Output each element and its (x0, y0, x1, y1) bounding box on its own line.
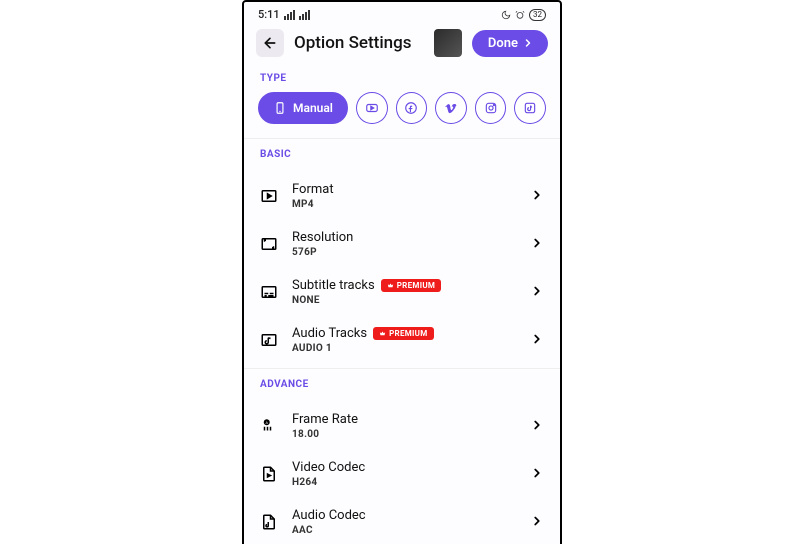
facebook-icon (404, 101, 418, 115)
advance-list: A Frame Rate 18.00 Video Codec H264 Aud (244, 398, 560, 544)
row-resolution[interactable]: Resolution 576P (244, 220, 560, 268)
row-format[interactable]: Format MP4 (244, 172, 560, 220)
chevron-right-icon (530, 284, 544, 298)
file-audio-icon (260, 513, 278, 531)
framerate-icon: A (260, 417, 278, 435)
row-audio-tracks[interactable]: Audio Tracks PREMIUM AUDIO 1 (244, 316, 560, 364)
signal-bars-icon (299, 10, 310, 20)
vimeo-icon (444, 101, 458, 115)
type-manual[interactable]: Manual (258, 92, 348, 124)
type-instagram[interactable] (475, 92, 507, 124)
tiktok-icon (523, 101, 537, 115)
chevron-right-icon (530, 466, 544, 480)
status-time: 5:11 (258, 8, 280, 21)
chevron-right-icon (530, 188, 544, 202)
row-video-codec[interactable]: Video Codec H264 (244, 450, 560, 498)
audio-track-icon (260, 331, 278, 349)
acodec-value: AAC (292, 525, 516, 536)
battery-indicator: 32 (529, 9, 546, 21)
row-audio-codec[interactable]: Audio Codec AAC (244, 498, 560, 544)
youtube-icon (365, 101, 379, 115)
phone-icon (273, 101, 287, 115)
chevron-right-icon (530, 418, 544, 432)
type-manual-label: Manual (293, 101, 333, 115)
type-youtube[interactable] (356, 92, 388, 124)
type-selector-row: Manual (244, 92, 560, 138)
section-basic-label: BASIC (244, 139, 560, 168)
video-thumbnail[interactable] (434, 29, 462, 57)
arrow-left-icon (262, 35, 278, 51)
app-header: Option Settings Done (244, 23, 560, 67)
framerate-label: Frame Rate (292, 412, 358, 427)
moon-icon (501, 10, 511, 20)
type-facebook[interactable] (396, 92, 428, 124)
alarm-icon (515, 10, 525, 20)
done-label: Done (488, 36, 518, 51)
section-advance-label: ADVANCE (244, 369, 560, 398)
type-tiktok[interactable] (514, 92, 546, 124)
audio-label: Audio Tracks (292, 326, 367, 341)
page-title: Option Settings (294, 33, 424, 53)
done-button[interactable]: Done (472, 30, 548, 57)
chevron-right-icon (530, 236, 544, 250)
resolution-icon (260, 235, 278, 253)
format-value: MP4 (292, 199, 516, 210)
subtitle-value: NONE (292, 295, 516, 306)
format-icon (260, 187, 278, 205)
section-type-label: TYPE (244, 67, 560, 92)
format-label: Format (292, 182, 334, 197)
file-icon (260, 465, 278, 483)
acodec-label: Audio Codec (292, 508, 366, 523)
premium-badge: PREMIUM (373, 327, 434, 340)
audio-value: AUDIO 1 (292, 343, 516, 354)
row-subtitle-tracks[interactable]: Subtitle tracks PREMIUM NONE (244, 268, 560, 316)
crown-icon (387, 282, 394, 289)
framerate-value: 18.00 (292, 429, 516, 440)
status-bar: 5:11 32 (244, 2, 560, 23)
basic-list: Format MP4 Resolution 576P Subtitle trac… (244, 168, 560, 368)
subtitle-icon (260, 283, 278, 301)
crown-icon (379, 330, 386, 337)
phone-frame: 5:11 32 Option Settings Done TYPE (242, 0, 562, 544)
back-button[interactable] (256, 29, 284, 57)
resolution-label: Resolution (292, 230, 353, 245)
vcodec-value: H264 (292, 477, 516, 488)
signal-bars-icon (284, 10, 295, 20)
premium-badge: PREMIUM (381, 279, 442, 292)
row-frame-rate[interactable]: A Frame Rate 18.00 (244, 402, 560, 450)
vcodec-label: Video Codec (292, 460, 365, 475)
resolution-value: 576P (292, 247, 516, 258)
chevron-right-icon (530, 332, 544, 346)
chevron-right-icon (522, 37, 534, 49)
instagram-icon (484, 101, 498, 115)
type-vimeo[interactable] (435, 92, 467, 124)
chevron-right-icon (530, 514, 544, 528)
subtitle-label: Subtitle tracks (292, 278, 375, 293)
